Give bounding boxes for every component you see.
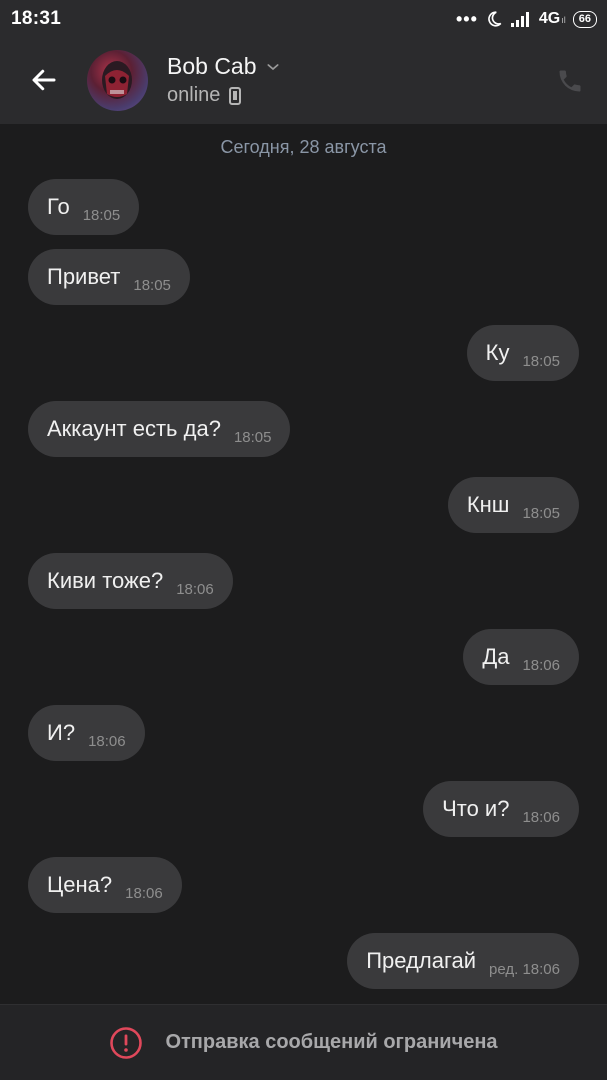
message-bubble-outgoing[interactable]: Ку 18:05: [466, 325, 579, 381]
phone-icon: [559, 70, 581, 92]
message-text: Что и?: [442, 796, 510, 821]
chat-header: Bob Cab online: [0, 38, 607, 124]
message-bubble-incoming[interactable]: Привет 18:05: [28, 249, 190, 305]
message-bubble-outgoing[interactable]: Да 18:06: [463, 629, 579, 685]
message-time: 18:05: [82, 206, 121, 224]
contact-name-label: Bob Cab: [167, 53, 257, 79]
message-time: 18:05: [522, 504, 560, 522]
restriction-text: Отправка сообщений ограничена: [165, 1031, 498, 1053]
signal-icon: [510, 12, 529, 27]
message-bubble-incoming[interactable]: Цена? 18:06: [28, 857, 182, 913]
avatar-skull-icon: [102, 61, 132, 99]
message-text: Киви тоже?: [47, 568, 164, 593]
message-text: Аккаунт есть да?: [47, 416, 221, 441]
message-time: 18:06: [522, 808, 560, 826]
contact-status-label: online: [167, 84, 221, 106]
chevron-down-icon[interactable]: [265, 59, 281, 75]
contact-status: online: [167, 84, 242, 107]
back-button[interactable]: [26, 62, 62, 98]
mobile-phone-icon: [229, 86, 242, 105]
message-time: 18:06: [88, 732, 126, 750]
contact-name[interactable]: Bob Cab: [167, 53, 281, 80]
message-time: 18:05: [233, 428, 272, 446]
notification-dots-icon: •••: [456, 9, 478, 29]
message-time: 18:06: [125, 884, 163, 902]
message-time: ред. 18:06: [489, 960, 560, 978]
message-text: Ку: [485, 340, 510, 365]
message-text: И?: [47, 720, 76, 745]
moon-icon: [488, 11, 502, 27]
battery-icon: 66: [572, 10, 597, 28]
message-text: Цена?: [47, 872, 113, 897]
message-bubble-outgoing[interactable]: Что и? 18:06: [423, 781, 579, 837]
call-button[interactable]: [553, 64, 587, 98]
date-separator: Сегодня, 28 августа: [220, 137, 387, 157]
status-bar: 18:31 ••• 4Gıl 66: [0, 0, 607, 38]
message-text: Го: [47, 194, 70, 219]
message-bubble-incoming[interactable]: И? 18:06: [28, 705, 145, 761]
message-text: Предлагай: [366, 948, 477, 973]
message-text: Привет: [47, 264, 121, 289]
avatar[interactable]: [87, 50, 148, 111]
alert-circle-icon: [110, 1026, 143, 1059]
message-time: 18:06: [522, 656, 560, 674]
message-bubble-outgoing[interactable]: Предлагай ред. 18:06: [347, 933, 579, 989]
message-bubble-incoming[interactable]: Киви тоже? 18:06: [28, 553, 233, 609]
message-time: 18:06: [176, 580, 214, 598]
message-text: Да: [482, 644, 510, 669]
message-time: 18:05: [133, 276, 171, 294]
network-type: 4Gıl: [538, 10, 566, 27]
status-icons: ••• 4Gıl 66: [456, 10, 597, 28]
message-bubble-outgoing[interactable]: Кнш 18:05: [447, 477, 579, 533]
message-bubble-incoming[interactable]: Аккаунт есть да? 18:05: [28, 401, 291, 457]
message-text: Кнш: [466, 492, 510, 517]
message-time: 18:05: [522, 352, 560, 370]
restriction-bar: Отправка сообщений ограничена: [0, 1004, 607, 1080]
status-time: 18:31: [11, 8, 62, 29]
message-bubble-incoming[interactable]: Го 18:05: [28, 179, 140, 235]
arrow-left-icon: [32, 69, 56, 91]
